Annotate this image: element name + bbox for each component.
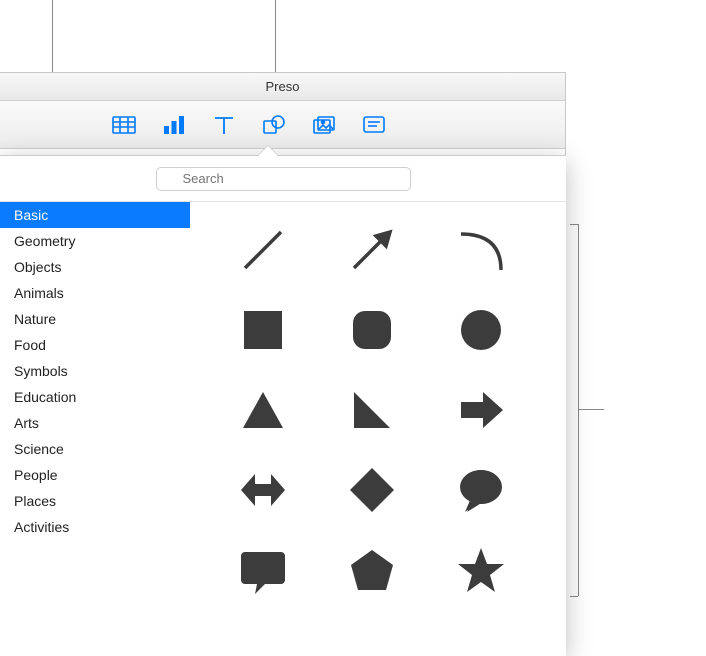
sidebar-item-label: Activities xyxy=(14,519,69,535)
comment-button[interactable] xyxy=(360,111,388,139)
search-row xyxy=(0,156,566,202)
sidebar-item-label: Geometry xyxy=(14,233,75,249)
sidebar-item-geometry[interactable]: Geometry xyxy=(0,228,190,254)
shape-arrow-line[interactable] xyxy=(317,210,426,290)
shape-arrow-right[interactable] xyxy=(427,370,536,450)
callout-line xyxy=(570,224,578,225)
sidebar-item-label: Education xyxy=(14,389,76,405)
table-button[interactable] xyxy=(110,111,138,139)
shape-right-triangle[interactable] xyxy=(317,370,426,450)
sidebar-item-activities[interactable]: Activities xyxy=(0,514,190,540)
sidebar-item-label: Places xyxy=(14,493,56,509)
sidebar-item-basic[interactable]: Basic xyxy=(0,202,190,228)
sidebar-item-symbols[interactable]: Symbols xyxy=(0,358,190,384)
text-button[interactable] xyxy=(210,111,238,139)
shape-curve[interactable] xyxy=(427,210,536,290)
shape-rounded-square[interactable] xyxy=(317,290,426,370)
shape-pentagon[interactable] xyxy=(317,530,426,610)
shape-speech-bubble[interactable] xyxy=(427,450,536,530)
shape-diamond[interactable] xyxy=(317,450,426,530)
sidebar-item-food[interactable]: Food xyxy=(0,332,190,358)
sidebar-item-label: People xyxy=(14,467,58,483)
shape-line[interactable] xyxy=(208,210,317,290)
sidebar-item-label: Objects xyxy=(14,259,61,275)
shape-callout-rect[interactable] xyxy=(208,530,317,610)
shape-star[interactable] xyxy=(427,530,536,610)
sidebar-item-education[interactable]: Education xyxy=(0,384,190,410)
table-icon xyxy=(111,114,137,136)
media-icon xyxy=(311,114,337,136)
sidebar-item-label: Symbols xyxy=(14,363,68,379)
category-sidebar: Basic Geometry Objects Animals Nature Fo… xyxy=(0,202,190,656)
sidebar-item-label: Science xyxy=(14,441,64,457)
shape-circle[interactable] xyxy=(427,290,536,370)
sidebar-item-label: Animals xyxy=(14,285,64,301)
shape-grid xyxy=(190,202,566,656)
toolbar xyxy=(0,101,565,149)
sidebar-item-arts[interactable]: Arts xyxy=(0,410,190,436)
sidebar-item-label: Food xyxy=(14,337,46,353)
search-input[interactable] xyxy=(156,167,411,191)
comment-icon xyxy=(361,114,387,136)
media-button[interactable] xyxy=(310,111,338,139)
chart-button[interactable] xyxy=(160,111,188,139)
sidebar-item-objects[interactable]: Objects xyxy=(0,254,190,280)
sidebar-item-science[interactable]: Science xyxy=(0,436,190,462)
shapes-popover: Basic Geometry Objects Animals Nature Fo… xyxy=(0,155,566,656)
sidebar-item-places[interactable]: Places xyxy=(0,488,190,514)
text-icon xyxy=(211,114,237,136)
shape-button[interactable] xyxy=(260,111,288,139)
shape-triangle[interactable] xyxy=(208,370,317,450)
shape-icon xyxy=(261,114,287,136)
callout-line xyxy=(578,224,579,596)
sidebar-item-nature[interactable]: Nature xyxy=(0,306,190,332)
shape-double-arrow[interactable] xyxy=(208,450,317,530)
callout-line xyxy=(578,409,604,410)
sidebar-item-people[interactable]: People xyxy=(0,462,190,488)
chart-icon xyxy=(161,114,187,136)
window-title: Preso xyxy=(266,79,300,94)
sidebar-item-animals[interactable]: Animals xyxy=(0,280,190,306)
sidebar-item-label: Arts xyxy=(14,415,39,431)
callout-line xyxy=(570,596,578,597)
window-titlebar: Preso xyxy=(0,73,565,101)
sidebar-item-label: Nature xyxy=(14,311,56,327)
sidebar-item-label: Basic xyxy=(14,207,48,223)
shape-square[interactable] xyxy=(208,290,317,370)
